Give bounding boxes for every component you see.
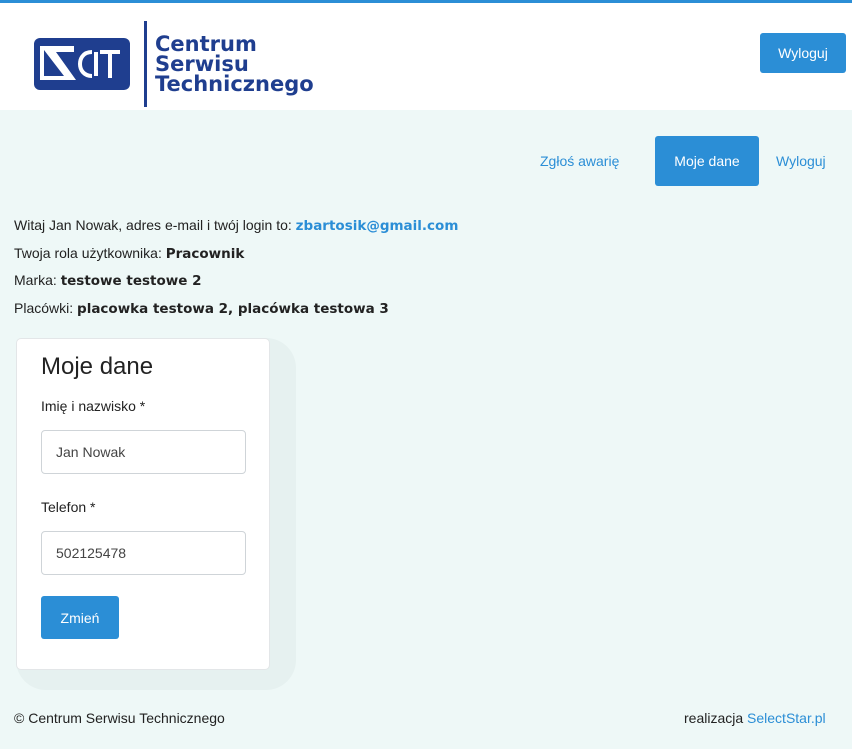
logo-line-2: Serwisu [155, 52, 249, 76]
footer-credit-link[interactable]: SelectStar.pl [747, 710, 826, 726]
logo-line-1: Centrum [155, 32, 257, 56]
brand-line: Marka: testowe testowe 2 [14, 267, 458, 295]
branches-label: Placówki: [14, 299, 78, 316]
my-data-form-card: Moje dane Imię i nazwisko * Telefon * Zm… [16, 338, 270, 670]
nav-my-data[interactable]: Moje dane [655, 136, 759, 186]
role-line: Twoja rola użytkownika: Pracownik [14, 240, 458, 268]
logo-wordmark: Centrum Serwisu Technicznego [155, 32, 314, 96]
branches-line: Placówki: placowka testowa 2, placówka t… [14, 295, 458, 323]
nav-logout[interactable]: Wyloguj [776, 136, 826, 186]
change-button[interactable]: Zmień [41, 596, 119, 639]
nav-report-failure[interactable]: Zgłoś awarię [540, 136, 619, 186]
brand-value: testowe testowe 2 [60, 273, 202, 289]
role-label: Twoja rola użytkownika: [14, 244, 166, 261]
form-title: Moje dane [41, 353, 154, 380]
user-email-link[interactable]: zbartosik@gmail.com [296, 218, 459, 234]
cst-logo-mark-icon [34, 38, 130, 90]
phone-field-label: Telefon * [41, 499, 96, 515]
welcome-text: Witaj Jan Nowak, adres e-mail i twój log… [14, 217, 296, 233]
name-input[interactable] [41, 430, 246, 474]
phone-input[interactable] [41, 531, 246, 575]
brand-label: Marka: [14, 272, 61, 288]
branches-value: placowka testowa 2, placówka testowa 3 [77, 300, 389, 317]
logo-divider [144, 21, 147, 107]
welcome-line: Witaj Jan Nowak, adres e-mail i twój log… [14, 212, 458, 240]
header-logout-button[interactable]: Wyloguj [760, 33, 846, 73]
user-info: Witaj Jan Nowak, adres e-mail i twój log… [14, 212, 458, 322]
site-header: Centrum Serwisu Technicznego Wyloguj [0, 0, 852, 110]
name-field-label: Imię i nazwisko * [41, 398, 146, 414]
footer-credit: realizacja SelectStar.pl [684, 710, 826, 726]
logo-line-3: Technicznego [155, 72, 314, 96]
footer-credit-text: realizacja [684, 710, 748, 726]
site-logo[interactable]: Centrum Serwisu Technicznego [34, 19, 314, 109]
footer-copyright: © Centrum Serwisu Technicznego [14, 710, 225, 726]
main-nav: Zgłoś awarię Moje dane Wyloguj [0, 136, 852, 186]
role-value: Pracownik [165, 245, 245, 262]
